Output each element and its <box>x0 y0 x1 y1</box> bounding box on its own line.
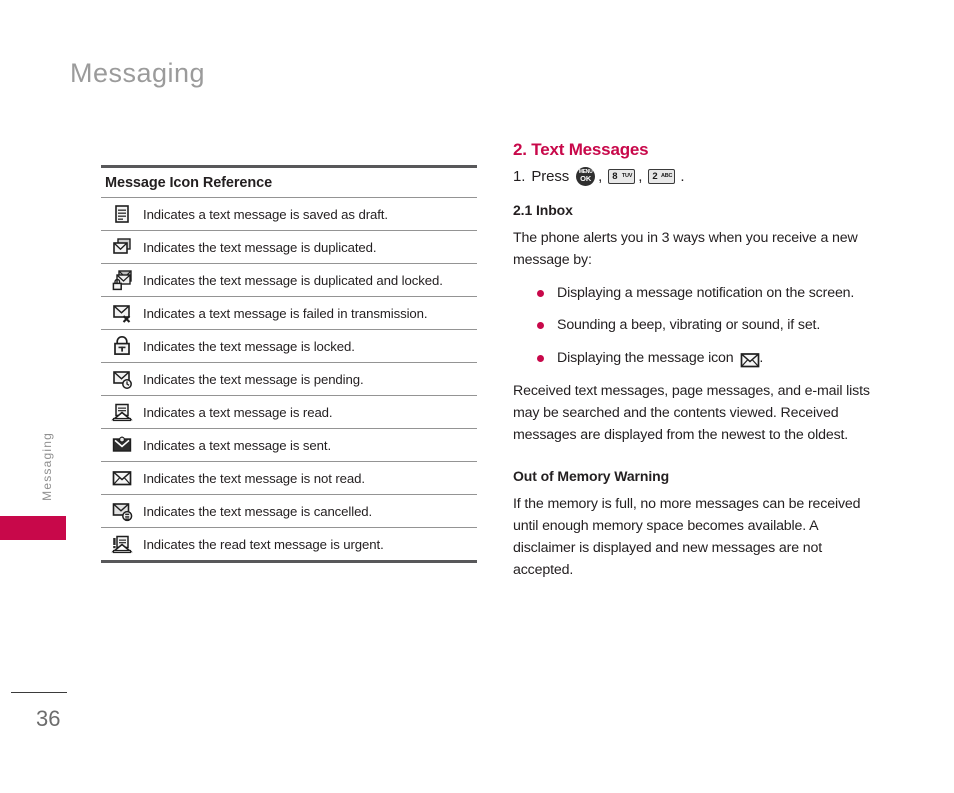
alert-methods-list: Displaying a message notification on the… <box>513 283 883 369</box>
icon-cell <box>101 396 143 429</box>
table-row: Indicates the text message is duplicated… <box>101 263 477 297</box>
icon-reference-rows: Indicates a text message is saved as dra… <box>101 197 477 560</box>
unread-message-icon <box>111 467 133 489</box>
list-item: Displaying a message notification on the… <box>537 283 883 304</box>
icon-description: Indicates the read text message is urgen… <box>143 536 384 552</box>
failed-message-icon <box>111 302 133 324</box>
step-number: 1. <box>513 168 526 185</box>
list-item: Sounding a beep, vibrating or sound, if … <box>537 315 883 336</box>
icon-description: Indicates the text message is not read. <box>143 470 365 486</box>
table-row: Indicates a text message is sent. <box>101 428 477 462</box>
content-column: 2. Text Messages 1. Press MENU OK , 8 TU… <box>513 140 883 593</box>
icon-description: Indicates a text message is sent. <box>143 437 332 453</box>
icon-cell <box>101 528 143 561</box>
menu-ok-key-icon: MENU OK <box>576 167 596 186</box>
list-item: Displaying the message icon . <box>537 348 883 369</box>
key-2-abc-icon: 2 ABC <box>648 169 676 184</box>
list-item-label: Displaying the message icon <box>557 349 734 366</box>
table-row: Indicates the text message is cancelled. <box>101 494 477 528</box>
list-item-suffix: . <box>759 349 764 366</box>
icon-cell <box>101 495 143 528</box>
icon-description: Indicates a text message is failed in tr… <box>143 305 428 321</box>
read-message-icon <box>111 401 133 423</box>
icon-cell <box>101 297 143 330</box>
table-row: Indicates the text message is locked. <box>101 329 477 363</box>
table-row: Indicates a text message is failed in tr… <box>101 296 477 330</box>
step-terminator: . <box>680 168 685 185</box>
table-row: Indicates the text message is not read. <box>101 461 477 495</box>
menu-ok-key-bottom-label: OK <box>580 174 592 183</box>
footer-divider <box>11 692 67 693</box>
icon-cell <box>101 363 143 396</box>
message-icon-reference-table: Message Icon Reference Indicates a text … <box>101 165 477 563</box>
received-messages-paragraph: Received text messages, page messages, a… <box>513 382 870 443</box>
list-item-label: Sounding a beep, vibrating or sound, if … <box>557 317 821 334</box>
icon-cell <box>101 429 143 462</box>
duplicated-message-icon <box>111 236 133 258</box>
page-number: 36 <box>36 706 61 731</box>
side-tab-marker <box>0 516 66 540</box>
step-separator-2: , <box>638 168 643 185</box>
key-8-letters: TUV <box>621 172 633 179</box>
icon-description: Indicates a text message is read. <box>143 404 333 420</box>
icon-description: Indicates the text message is pending. <box>143 371 364 387</box>
key-2-digit: 2 <box>652 171 658 182</box>
sent-message-icon <box>111 434 133 456</box>
draft-message-icon <box>111 203 133 225</box>
step-instruction: 1. Press MENU OK , 8 TUV , 2 ABC . <box>513 167 883 186</box>
list-item-label: Displaying a message notification on the… <box>557 285 855 301</box>
icon-cell <box>101 330 143 363</box>
section-heading: 2. Text Messages <box>513 140 649 159</box>
icon-cell <box>101 264 143 297</box>
out-of-memory-paragraph: If the memory is full, no more messages … <box>513 495 861 578</box>
icon-description: Indicates the text message is cancelled. <box>143 503 373 519</box>
key-8-digit: 8 <box>612 171 618 182</box>
page-title: Messaging <box>70 58 206 88</box>
step-verb: Press <box>531 168 570 185</box>
key-2-letters: ABC <box>660 172 673 179</box>
table-bottom-rule <box>101 560 477 563</box>
out-of-memory-heading: Out of Memory Warning <box>513 467 670 484</box>
intro-paragraph: The phone alerts you in 3 ways when you … <box>513 230 858 268</box>
icon-cell <box>101 231 143 264</box>
table-row: Indicates the text message is pending. <box>101 362 477 396</box>
unread-message-icon <box>739 349 760 367</box>
table-row: Indicates the text message is duplicated… <box>101 230 477 264</box>
icon-cell <box>101 462 143 495</box>
table-row: Indicates a text message is saved as dra… <box>101 197 477 231</box>
cancelled-message-icon <box>111 500 133 522</box>
pending-message-icon <box>111 368 133 390</box>
icon-description: Indicates the text message is duplicated… <box>143 272 443 288</box>
locked-message-icon <box>111 335 133 357</box>
icon-description: Indicates the text message is locked. <box>143 338 355 354</box>
icon-description: Indicates the text message is duplicated… <box>143 239 377 255</box>
icon-cell <box>101 198 143 231</box>
urgent-read-message-icon <box>111 533 133 555</box>
key-8-tuv-icon: 8 TUV <box>608 169 636 184</box>
table-row: Indicates a text message is read. <box>101 395 477 429</box>
table-row: Indicates the read text message is urgen… <box>101 527 477 561</box>
table-header-title: Message Icon Reference <box>105 175 273 191</box>
side-tab-label: Messaging <box>40 432 54 501</box>
duplicated-locked-message-icon <box>111 269 133 291</box>
step-separator-1: , <box>598 168 603 185</box>
icon-description: Indicates a text message is saved as dra… <box>143 206 388 222</box>
inbox-heading: 2.1 Inbox <box>513 202 573 218</box>
